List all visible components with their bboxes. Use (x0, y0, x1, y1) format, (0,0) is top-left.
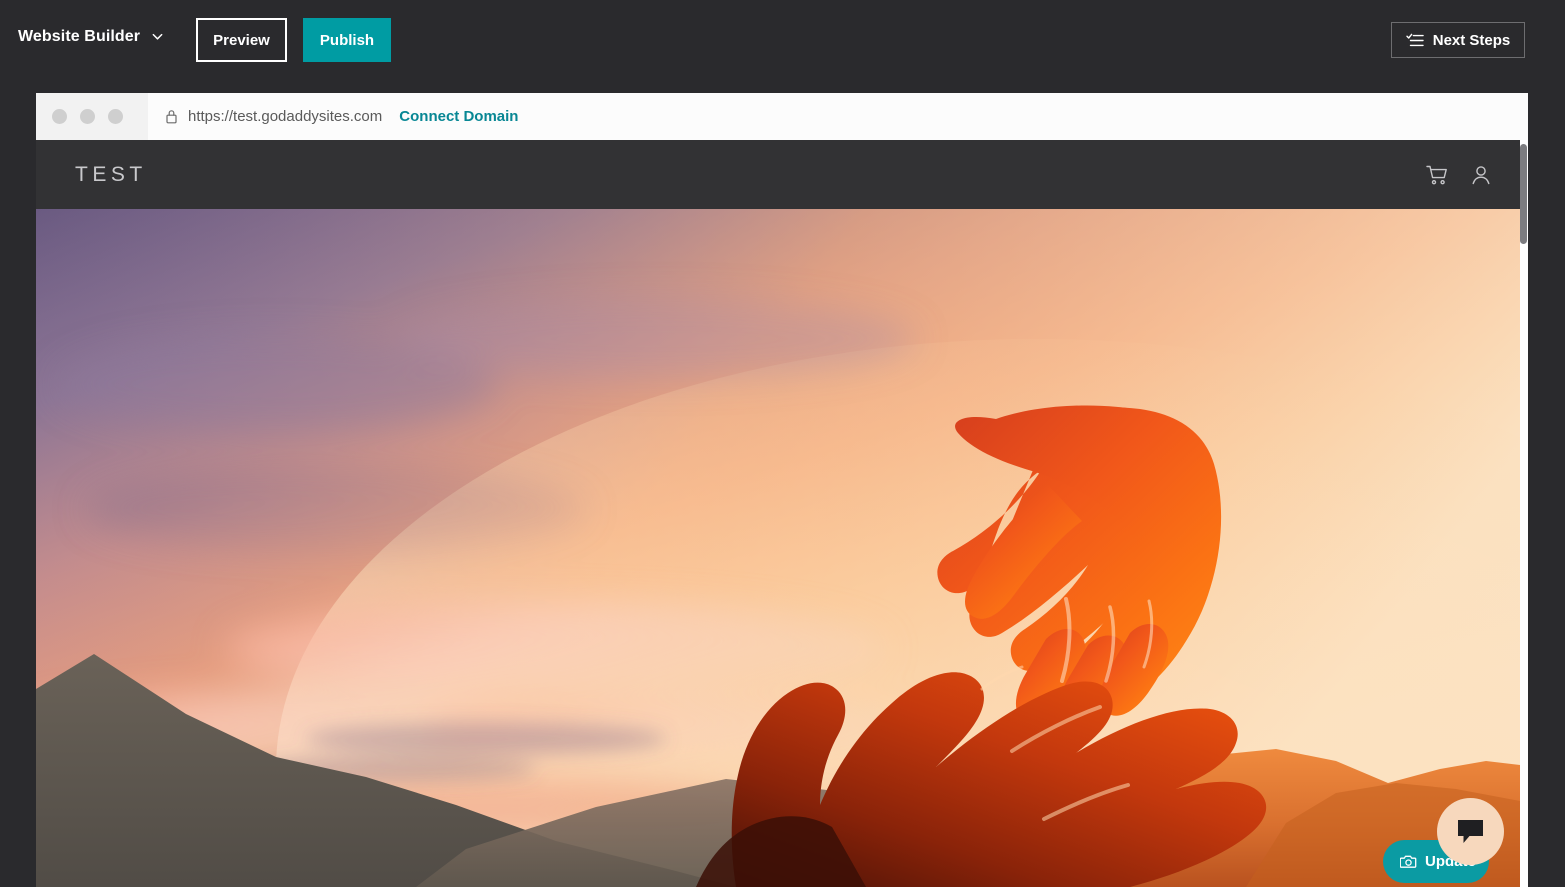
site-header: TEST (36, 140, 1520, 209)
site-logo: TEST (75, 162, 147, 186)
chevron-down-icon (151, 30, 164, 43)
site-viewport: TEST (36, 140, 1528, 887)
chat-bubble-icon (1456, 818, 1485, 845)
traffic-light-dots (36, 109, 148, 124)
traffic-light-dot (108, 109, 123, 124)
preview-button[interactable]: Preview (196, 18, 287, 62)
browser-chrome-bar: https://test.godaddysites.com Connect Do… (36, 93, 1528, 140)
traffic-light-dot (80, 109, 95, 124)
preview-scrollbar-track[interactable] (1520, 187, 1528, 887)
next-steps-button[interactable]: Next Steps (1391, 22, 1525, 58)
traffic-light-dot (52, 109, 67, 124)
app-toolbar: Website Builder Preview Publish Next Ste… (0, 0, 1565, 80)
site-preview-window: https://test.godaddysites.com Connect Do… (36, 93, 1528, 887)
next-steps-label: Next Steps (1432, 31, 1511, 49)
chat-support-button[interactable] (1437, 798, 1504, 865)
checklist-icon (1406, 33, 1424, 48)
cart-icon[interactable] (1424, 162, 1450, 188)
url-text: https://test.godaddysites.com (188, 108, 383, 125)
publish-button[interactable]: Publish (303, 18, 391, 62)
brand-label: Website Builder (18, 28, 141, 45)
address-bar[interactable]: https://test.godaddysites.com Connect Do… (148, 93, 1528, 140)
preview-scrollbar-thumb[interactable] (1520, 144, 1527, 244)
site-nav-icons (1424, 140, 1494, 209)
connect-domain-link[interactable]: Connect Domain (399, 108, 518, 125)
brand-menu-button[interactable]: Website Builder (18, 28, 164, 46)
camera-icon (1399, 854, 1417, 869)
hero-image (36, 209, 1520, 887)
account-icon[interactable] (1468, 162, 1494, 188)
lock-icon (165, 109, 178, 124)
